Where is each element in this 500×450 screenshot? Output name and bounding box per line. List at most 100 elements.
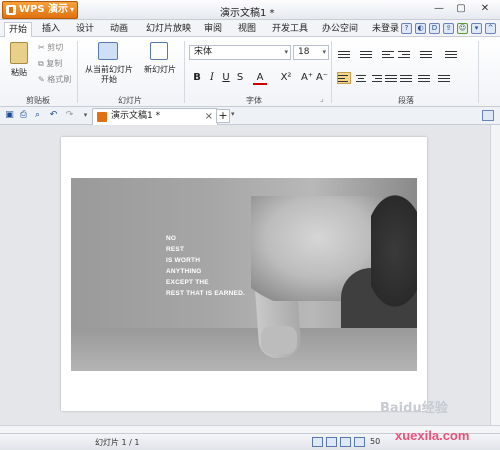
paragraph-group-label: 段落 (398, 96, 414, 105)
quote-line: EXCEPT THE (166, 279, 209, 286)
photo-fist (261, 326, 297, 354)
redo-icon[interactable]: ↷ (64, 110, 75, 121)
minimize-button[interactable]: — (428, 2, 450, 17)
vertical-align-icon[interactable] (418, 73, 430, 83)
tab-animation[interactable]: 动画 (106, 22, 132, 37)
italic-button[interactable]: I (205, 71, 219, 85)
print-preview-icon[interactable]: ⌕ (32, 110, 43, 121)
font-dialog-launcher-icon[interactable]: ⌟ (320, 93, 324, 104)
tab-slideshow[interactable]: 幻灯片放映 (142, 22, 195, 37)
new-tab-button[interactable]: + (216, 109, 230, 123)
align-center-icon[interactable] (355, 73, 367, 83)
slide-quote: NO REST IS WORTH ANYTHING EXCEPT THE RES… (166, 233, 245, 299)
paste-icon[interactable] (10, 42, 28, 64)
paste-button[interactable]: 粘贴 (6, 68, 32, 78)
close-icon[interactable]: × (205, 109, 213, 124)
photo-head (371, 186, 417, 316)
settings-icon[interactable]: ▾ (471, 23, 482, 34)
title-bar: WPS 演示 ▾ 演示文稿1 * — ▢ ✕ (0, 0, 500, 20)
chevron-down-icon: ▾ (322, 48, 326, 56)
customize-toolbar-icon[interactable]: ▾ (80, 110, 91, 121)
align-right-icon[interactable] (370, 73, 382, 83)
baidu-watermark: Baidu经验 (380, 401, 448, 416)
format-painter-button[interactable]: ✎ 格式刷 (38, 74, 71, 85)
decrease-indent-icon[interactable] (382, 49, 394, 59)
font-size-select[interactable]: 18 ▾ (293, 45, 329, 60)
reading-view-icon[interactable] (340, 437, 351, 447)
quote-line: IS WORTH (166, 257, 201, 264)
tab-insert[interactable]: 插入 (38, 22, 64, 37)
new-slide-button[interactable]: 新幻灯片 (140, 65, 180, 75)
justify-icon[interactable] (385, 73, 397, 83)
bold-button[interactable]: B (190, 71, 204, 85)
play-from-current-label-2: 开始 (101, 75, 117, 84)
slide-photo[interactable]: NO REST IS WORTH ANYTHING EXCEPT THE RES… (71, 178, 417, 371)
login-status[interactable]: 未登录 (372, 22, 399, 36)
ribbon-collapse-icon[interactable]: ^ (485, 23, 496, 34)
maximize-button[interactable]: ▢ (450, 2, 472, 17)
document-icon[interactable]: D (429, 23, 440, 34)
clipboard-group-label: 剪贴板 (26, 96, 50, 105)
superscript-button[interactable]: X² (279, 71, 293, 85)
new-slide-icon[interactable] (150, 42, 168, 60)
normal-view-icon[interactable] (312, 437, 323, 447)
skin-icon[interactable]: ◐ (415, 23, 426, 34)
chevron-down-icon: ▾ (284, 48, 288, 56)
divider (478, 41, 479, 103)
wps-menu-button[interactable]: WPS 演示 ▾ (2, 1, 78, 19)
tab-review[interactable]: 审阅 (200, 22, 226, 37)
save-icon[interactable]: ▣ (4, 110, 15, 121)
slide-count: 幻灯片 1 / 1 (95, 438, 140, 447)
distribute-icon[interactable] (400, 73, 412, 83)
font-color-button[interactable]: A (253, 71, 267, 85)
font-name-select[interactable]: 宋体 ▾ (189, 45, 291, 60)
tab-home[interactable]: 开始 (4, 22, 33, 37)
play-from-current-button[interactable]: 从当前幻灯片 开始 (82, 65, 136, 85)
quote-line: REST THAT IS EARNED. (166, 290, 245, 297)
slide[interactable]: NO REST IS WORTH ANYTHING EXCEPT THE RES… (61, 137, 427, 411)
bullet-list-icon[interactable] (338, 49, 350, 59)
shrink-font-button[interactable]: A⁻ (315, 71, 329, 85)
line-spacing-icon[interactable] (420, 49, 432, 59)
increase-indent-icon[interactable] (398, 49, 410, 59)
font-group-label: 字体 (246, 96, 262, 105)
align-left-icon[interactable] (337, 72, 351, 84)
font-name-value: 宋体 (194, 47, 213, 57)
undo-icon[interactable]: ↶ (48, 110, 59, 121)
sidebar-toggle-icon[interactable] (482, 110, 494, 121)
share-icon[interactable]: ⇪ (443, 23, 454, 34)
print-icon[interactable]: ⎙ (18, 110, 29, 121)
text-direction-icon[interactable] (445, 49, 457, 59)
slide-editing-area: NO REST IS WORTH ANYTHING EXCEPT THE RES… (0, 125, 490, 425)
slideshow-view-icon[interactable] (354, 437, 365, 447)
cut-button[interactable]: ✂ 剪切 (38, 42, 63, 53)
ribbon: 粘贴 ✂ 剪切 ⧉ 复制 ✎ 格式刷 剪贴板 从当前幻灯片 开始 新幻灯片 幻灯… (0, 37, 500, 107)
photo-floor (71, 328, 417, 371)
tab-view[interactable]: 视图 (234, 22, 260, 37)
numbered-list-icon[interactable] (360, 49, 372, 59)
copy-button[interactable]: ⧉ 复制 (38, 58, 62, 69)
vertical-scrollbar[interactable] (490, 125, 500, 425)
underline-button[interactable]: U (219, 71, 233, 85)
shadow-button[interactable]: S (233, 71, 247, 85)
tab-developer[interactable]: 开发工具 (268, 22, 312, 37)
chevron-down-icon: ▾ (69, 5, 74, 14)
divider (331, 41, 332, 103)
format-painter-label: 格式刷 (47, 75, 72, 84)
feedback-icon[interactable]: ☺ (457, 23, 468, 34)
document-tab[interactable]: 演示文稿1 * × (92, 108, 218, 125)
quote-line: NO (166, 235, 177, 242)
window-title: 演示文稿1 * (220, 8, 275, 19)
tab-office-space[interactable]: 办公空间 (318, 22, 362, 37)
tab-list-chevron-icon[interactable]: ▾ (231, 110, 235, 118)
close-button[interactable]: ✕ (474, 2, 496, 17)
slides-group-label: 幻灯片 (118, 96, 142, 105)
document-tab-strip: ▣ ⎙ ⌕ ↶ ↷ ▾ 演示文稿1 * × + ▾ (0, 107, 500, 125)
play-from-current-icon[interactable] (98, 42, 118, 60)
zoom-level[interactable]: 50 (370, 437, 380, 446)
slide-sorter-icon[interactable] (326, 437, 337, 447)
tab-design[interactable]: 设计 (72, 22, 98, 37)
grow-font-button[interactable]: A⁺ (300, 71, 314, 85)
help-icon[interactable]: ? (401, 23, 412, 34)
columns-icon[interactable] (438, 73, 450, 83)
